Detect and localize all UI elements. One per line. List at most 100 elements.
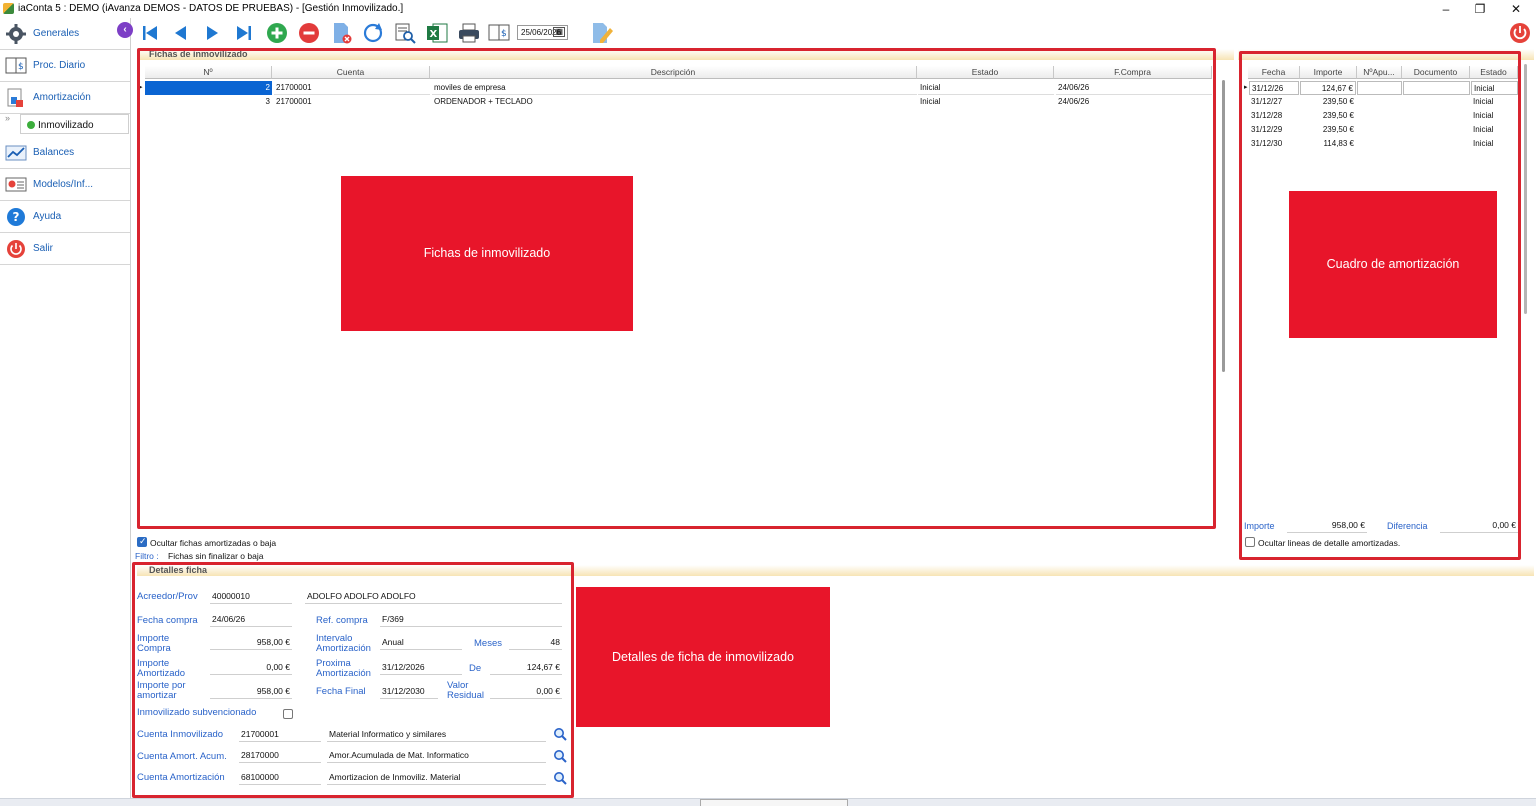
- fecha-final-field[interactable]: 31/12/2030: [380, 684, 438, 699]
- table-cell[interactable]: Inicial: [918, 81, 1054, 95]
- intervalo-field[interactable]: Anual: [380, 635, 462, 650]
- search-icon[interactable]: [553, 749, 567, 763]
- sidebar-item-salir[interactable]: Salir: [0, 233, 130, 265]
- excel-export-button[interactable]: X: [426, 22, 448, 44]
- sidebar-item-generales[interactable]: Generales: [0, 18, 130, 50]
- maximize-button[interactable]: ❐: [1462, 0, 1498, 18]
- next-record-button[interactable]: [201, 22, 223, 44]
- sidebar-item-ayuda[interactable]: ? Ayuda: [0, 201, 130, 233]
- valor-residual-field[interactable]: 0,00 €: [490, 684, 562, 699]
- acreedor-code-field[interactable]: 40000010: [210, 589, 292, 604]
- table-cell[interactable]: 114,83 €: [1300, 137, 1356, 151]
- fecha-compra-field[interactable]: 24/06/26: [210, 612, 292, 627]
- table-cell[interactable]: Inicial: [1471, 137, 1518, 151]
- column-header[interactable]: Importe: [1300, 66, 1357, 79]
- table-cell[interactable]: Inicial: [1471, 123, 1518, 137]
- cuenta-amort-acum-field[interactable]: 28170000: [239, 748, 321, 763]
- fichas-scrollbar[interactable]: [1222, 80, 1225, 372]
- exit-button[interactable]: [1509, 22, 1531, 44]
- filtro-value[interactable]: Fichas sin finalizar o baja: [168, 551, 263, 561]
- table-cell[interactable]: 239,50 €: [1300, 109, 1356, 123]
- detalles-overlay-label: Detalles de ficha de inmovilizado: [576, 587, 830, 727]
- table-cell[interactable]: [1357, 81, 1402, 95]
- search-button[interactable]: [394, 22, 416, 44]
- previous-record-button[interactable]: [170, 22, 192, 44]
- cuenta-amort-acum-desc[interactable]: Amor.Acumulada de Mat. Informatico: [327, 748, 546, 763]
- table-cell[interactable]: Inicial: [1471, 95, 1518, 109]
- svg-text:$: $: [501, 29, 507, 39]
- cuenta-amortizacion-field[interactable]: 68100000: [239, 770, 321, 785]
- refresh-button[interactable]: [362, 22, 384, 44]
- column-header[interactable]: Documento: [1402, 66, 1470, 79]
- cuenta-inmovilizado-desc[interactable]: Material Informatico y similares: [327, 727, 546, 742]
- sidebar-subitem-inmovilizado[interactable]: Inmovilizado: [20, 114, 129, 134]
- importe-compra-field[interactable]: 958,00 €: [210, 635, 292, 650]
- cuenta-amortizacion-desc[interactable]: Amortizacion de Inmoviliz. Material: [327, 770, 546, 785]
- table-cell[interactable]: 31/12/30: [1249, 137, 1299, 151]
- cancel-document-button[interactable]: [331, 22, 353, 44]
- importe-label: Importe: [1244, 521, 1275, 531]
- last-record-button[interactable]: [233, 22, 255, 44]
- column-header[interactable]: Estado: [1470, 66, 1518, 79]
- table-cell[interactable]: 124,67 €: [1300, 81, 1356, 95]
- table-cell[interactable]: 21700001: [274, 81, 430, 95]
- column-header[interactable]: Nº: [145, 66, 272, 79]
- meses-field[interactable]: 48: [509, 635, 562, 650]
- column-header[interactable]: NºApu...: [1357, 66, 1402, 79]
- table-cell[interactable]: 21700001: [274, 95, 430, 109]
- table-cell[interactable]: 31/12/28: [1249, 109, 1299, 123]
- date-field[interactable]: 25/06/2026 ▦: [517, 25, 568, 40]
- table-cell[interactable]: Inicial: [1471, 81, 1518, 95]
- minimize-button[interactable]: –: [1428, 0, 1464, 18]
- diferencia-field[interactable]: 0,00 €: [1440, 518, 1518, 533]
- add-button[interactable]: [266, 22, 288, 44]
- fichas-grid: Nº Cuenta Descripción Estado F.Compra ▸ …: [137, 66, 1214, 526]
- table-cell[interactable]: 2: [145, 81, 272, 95]
- table-cell[interactable]: 24/06/26: [1056, 95, 1212, 109]
- cuenta-inmovilizado-field[interactable]: 21700001: [239, 727, 321, 742]
- importe-total-field[interactable]: 958,00 €: [1287, 518, 1367, 533]
- proxima-amortizacion-field[interactable]: 31/12/2026: [380, 660, 462, 675]
- first-record-button[interactable]: [139, 22, 161, 44]
- ocultar-lineas-checkbox[interactable]: [1245, 537, 1255, 547]
- table-cell[interactable]: 3: [145, 95, 272, 109]
- column-header[interactable]: Descripción: [430, 66, 917, 79]
- cuadro-scrollbar[interactable]: [1524, 64, 1527, 314]
- search-icon[interactable]: [553, 771, 567, 785]
- table-cell[interactable]: [1403, 81, 1470, 95]
- close-button[interactable]: ✕: [1498, 0, 1534, 18]
- collapse-sidebar-button[interactable]: ‹: [117, 22, 133, 38]
- sidebar-item-proc-diario[interactable]: $ Proc. Diario: [0, 50, 130, 82]
- ref-compra-field[interactable]: F/369: [380, 612, 562, 627]
- importe-por-amortizar-field[interactable]: 958,00 €: [210, 684, 292, 699]
- table-cell[interactable]: 31/12/27: [1249, 95, 1299, 109]
- subvencionado-checkbox[interactable]: [283, 709, 293, 719]
- ledger-button[interactable]: $: [488, 22, 510, 44]
- column-header[interactable]: Cuenta: [272, 66, 430, 79]
- table-cell[interactable]: 24/06/26: [1056, 81, 1212, 95]
- sidebar-item-modelos[interactable]: Modelos/Inf...: [0, 169, 130, 201]
- table-cell[interactable]: Inicial: [918, 95, 1054, 109]
- column-header[interactable]: Estado: [917, 66, 1054, 79]
- table-cell[interactable]: ORDENADOR + TECLADO: [432, 95, 917, 109]
- edit-button[interactable]: [591, 22, 613, 44]
- delete-button[interactable]: [298, 22, 320, 44]
- table-cell[interactable]: 239,50 €: [1300, 123, 1356, 137]
- importe-amortizado-field[interactable]: 0,00 €: [210, 660, 292, 675]
- table-cell[interactable]: moviles de empresa: [432, 81, 917, 95]
- table-cell[interactable]: Inicial: [1471, 109, 1518, 123]
- table-cell[interactable]: 31/12/29: [1249, 123, 1299, 137]
- intervalo-label: Intervalo Amortización: [316, 633, 371, 654]
- de-field[interactable]: 124,67 €: [490, 660, 562, 675]
- print-button[interactable]: [458, 22, 480, 44]
- column-header[interactable]: Fecha: [1248, 66, 1300, 79]
- search-icon[interactable]: [553, 727, 567, 741]
- column-header[interactable]: F.Compra: [1054, 66, 1212, 79]
- sidebar-item-amortizacion[interactable]: Amortización: [0, 82, 130, 114]
- calendar-icon[interactable]: ▦: [553, 27, 565, 37]
- sidebar-item-balances[interactable]: Balances: [0, 137, 130, 169]
- ocultar-fichas-checkbox[interactable]: [137, 536, 147, 547]
- table-cell[interactable]: 239,50 €: [1300, 95, 1356, 109]
- table-cell[interactable]: 31/12/26: [1249, 81, 1299, 95]
- acreedor-name-field[interactable]: ADOLFO ADOLFO ADOLFO: [305, 589, 562, 604]
